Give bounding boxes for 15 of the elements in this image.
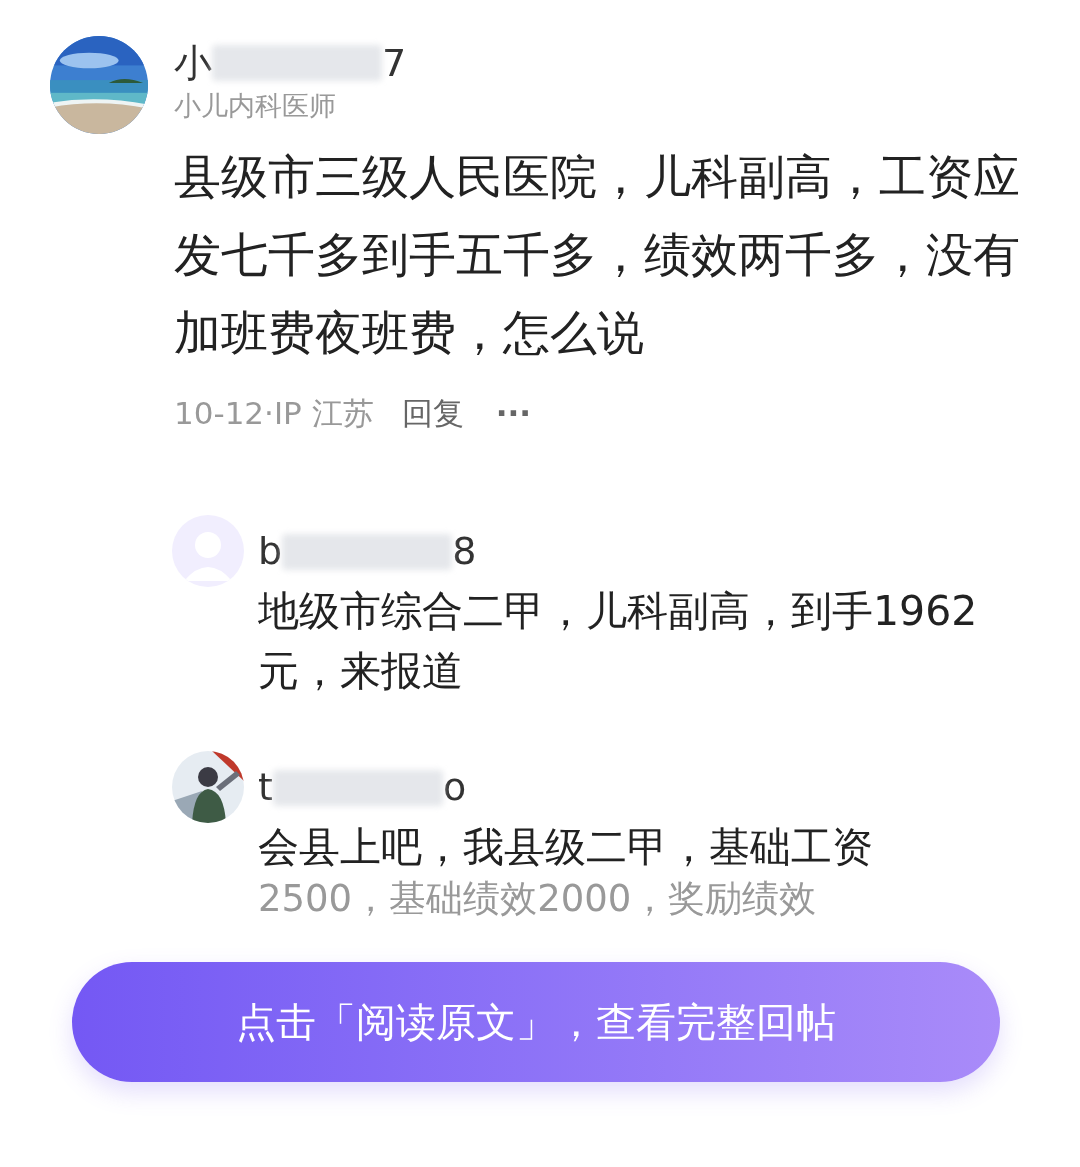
- username[interactable]: 8: [452, 523, 477, 580]
- post-meta: 10-12·IP 江苏: [174, 394, 374, 433]
- post-text: 县级市三级人民医院，儿科副高，工资应发七千多到手五千多，绩效两千多，没有加班费夜班费，怎么说: [174, 148, 1020, 362]
- reply-text: 会县上吧，我县级二甲，基础工资: [258, 821, 874, 873]
- reply-link[interactable]: 回复: [401, 390, 464, 437]
- username[interactable]: 7: [382, 34, 407, 92]
- more-icon[interactable]: ···: [495, 390, 531, 437]
- username[interactable]: b: [258, 523, 283, 580]
- username[interactable]: o: [442, 759, 467, 816]
- author-title: 小儿内科医师: [174, 89, 337, 123]
- reply-text: 地级市综合二甲，儿科副高，到手1962元，来报道: [258, 585, 979, 697]
- username[interactable]: t: [258, 759, 273, 816]
- read-original-button[interactable]: 点击「阅读原文」，查看完整回帖: [72, 962, 1000, 1082]
- username[interactable]: 小: [174, 34, 212, 92]
- reply-text: 2500，基础绩效2000，奖励绩效: [258, 876, 818, 921]
